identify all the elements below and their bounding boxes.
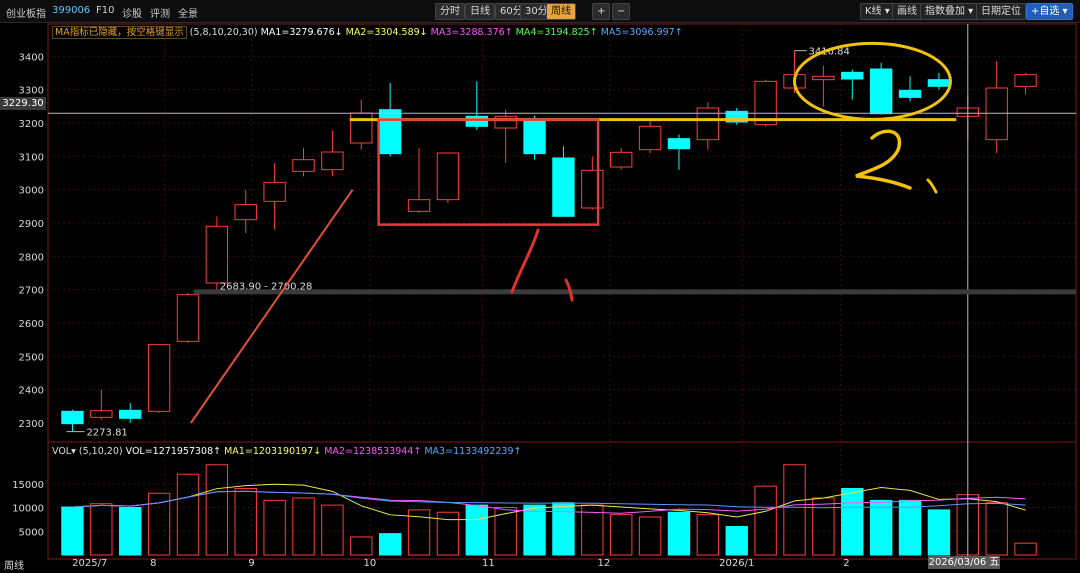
candle-body: [841, 71, 864, 80]
price-tick-label: 3200: [19, 119, 44, 130]
x-tick-label: 8: [150, 558, 156, 569]
volume-bar: [465, 504, 488, 556]
price-tick-label: 3100: [19, 152, 44, 163]
volume-bar: [119, 507, 142, 556]
volume-bar: [667, 511, 691, 556]
candle-body: [638, 125, 662, 151]
volume-bar: [638, 516, 662, 556]
candle-body: [869, 68, 893, 115]
price-tick-label: 2500: [19, 352, 44, 363]
candle-body: [927, 79, 951, 87]
x-tick-label: 2: [843, 558, 849, 569]
candle-body: [552, 157, 575, 217]
candle-body: [812, 75, 835, 81]
price-tick-label: 2800: [19, 252, 44, 263]
price-tick-label: 3000: [19, 186, 44, 197]
candle-body: [292, 159, 315, 172]
price-tick-label: 3300: [19, 86, 44, 97]
price-pane-frame: [47, 23, 1077, 443]
volume-tick-label: 15000: [12, 480, 44, 491]
candle-body: [90, 410, 113, 418]
volume-bar: [263, 499, 286, 556]
candle-body: [147, 344, 171, 412]
crosshair-price-label: 3229.30: [0, 97, 46, 110]
candle-body: [898, 89, 922, 98]
x-tick-label: 11: [482, 558, 495, 569]
volume-bar: [378, 533, 402, 556]
candle-body: [1014, 74, 1037, 87]
x-tick-label: 9: [248, 558, 254, 569]
x-tick-label: 2025/7: [72, 558, 107, 569]
candle-body: [350, 112, 373, 144]
volume-bar: [292, 497, 315, 556]
volume-bar: [754, 485, 777, 556]
volume-bar: [321, 504, 344, 556]
price-tick-label: 2900: [19, 219, 44, 230]
price-tick-label: 2600: [19, 319, 44, 330]
volume-tick-label: 10000: [12, 504, 44, 515]
volume-bar: [783, 464, 806, 556]
candle-body: [985, 87, 1008, 141]
vol-ma-2-value: MA1=1203190197↓: [221, 446, 322, 457]
volume-bar: [552, 502, 575, 556]
range-label: 2683.90 - 2700.28: [220, 281, 313, 292]
kline-chart[interactable]: 2300 2400 2500 2600 2700 2800 2900 3000 3100 3200…: [0, 0, 1080, 573]
candle-body: [667, 138, 691, 150]
vol-params: (5,10,20): [78, 446, 123, 457]
vol-name[interactable]: VOL▾: [52, 446, 76, 457]
candle-body: [176, 294, 200, 342]
candle-body: [61, 410, 84, 425]
candle-body: [436, 152, 460, 201]
volume-bar: [841, 488, 864, 556]
volume-bar: [350, 536, 373, 556]
handwritten-mark-1: [510, 228, 540, 294]
candle-body: [263, 181, 286, 202]
volume-bar: [610, 514, 633, 556]
low-label: 2273.81: [86, 428, 127, 439]
vol-ma-1-value: VOL=1271957308↑: [125, 446, 222, 457]
vol-legend: VOL▾ (5,10,20) VOL=1271957308↑ MA1=12031…: [52, 446, 521, 457]
candle-body: [378, 109, 402, 155]
price-tick-label: 2300: [19, 419, 44, 430]
x-tick-label: 12: [598, 558, 611, 569]
volume-tick-label: 5000: [19, 527, 44, 538]
volume-bar: [176, 473, 200, 556]
volume-bar: [234, 488, 257, 556]
volume-bar: [869, 499, 893, 556]
uptrend-arrow: [190, 189, 354, 424]
candle-body: [494, 115, 517, 129]
handwritten-mark-2-dot: [926, 178, 938, 194]
volume-bar: [1014, 542, 1037, 556]
candle-body: [234, 204, 257, 221]
candle-body: [465, 115, 488, 127]
range-band: [193, 289, 1076, 295]
volume-bar: [61, 506, 84, 556]
price-tick-label: 3400: [19, 52, 44, 63]
candle-body: [610, 151, 633, 168]
vol-ma-4-value: MA3=1133492239↑: [421, 446, 522, 457]
price-tick-label: 2400: [19, 386, 44, 397]
candle-body: [205, 225, 229, 284]
volume-bar: [205, 464, 229, 556]
x-tick-label: 10: [364, 558, 377, 569]
volume-bar: [725, 526, 748, 556]
price-tick-label: 2700: [19, 286, 44, 297]
candle-body: [321, 151, 344, 171]
volume-bar: [523, 504, 546, 556]
candle-body: [407, 199, 431, 212]
crosshair-date-label: 2026/03/06 五: [928, 556, 1000, 569]
candle-body: [581, 169, 604, 209]
x-tick-label: 2026/1: [719, 558, 754, 569]
vol-ma-3-value: MA2=1238533944↑: [321, 446, 422, 457]
candle-body: [119, 409, 142, 419]
volume-bar: [696, 514, 720, 556]
period-weekly-button[interactable]: 周线: [4, 557, 24, 572]
volume-bar: [812, 497, 835, 556]
volume-bar: [985, 502, 1008, 556]
handwritten-mark-2: [855, 129, 912, 190]
candle-body: [523, 119, 546, 155]
volume-bar: [90, 503, 113, 556]
volume-bar: [898, 499, 922, 556]
volume-bar: [927, 509, 951, 556]
